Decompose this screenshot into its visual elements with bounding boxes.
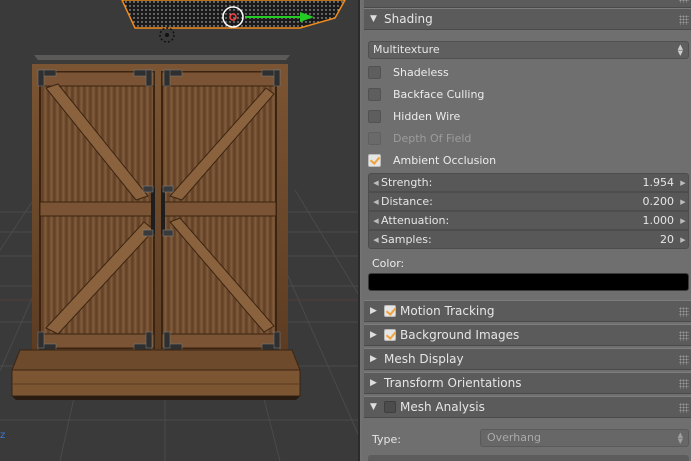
properties-panel[interactable]: ▼ Shading Multitexture ▲ ▼ Shadeless Back… [358,0,691,461]
checkbox-checked[interactable] [368,153,381,167]
cutoff-field[interactable] [368,455,689,461]
transform-orientations-panel-header[interactable]: ▶ Transform Orientations [364,372,691,394]
grip-icon[interactable] [679,403,689,413]
option-label: Hidden Wire [393,109,461,123]
panel-label: Transform Orientations [384,376,522,390]
option-backface-culling[interactable]: Backface Culling [368,84,484,104]
ao-color-swatch[interactable] [368,273,689,291]
grip-icon[interactable] [679,0,689,3]
collapsed-triangle-icon: ▶ [370,330,377,340]
analysis-type-value: Overhang [487,431,541,444]
ao-attenuation-field[interactable]: ◀ Attenuation: 1.000 ▶ [368,211,689,230]
checkbox[interactable] [368,87,381,101]
checkbox[interactable] [368,109,381,123]
checkbox-checked[interactable] [384,329,396,341]
panel-label: Background Images [400,328,520,342]
shading-panel-header[interactable]: ▼ Shading [364,8,691,30]
field-value: 1.954 [642,176,675,189]
display-panel-header[interactable] [364,0,691,8]
increment-arrow-icon[interactable]: ▶ [678,217,688,225]
ao-samples-field[interactable]: ◀ Samples: 20 ▶ [368,230,689,249]
panel-label: Mesh Display [384,352,464,366]
shading-mode-dropdown[interactable]: Multitexture ▲ ▼ [368,41,689,59]
collapsed-triangle-icon: ▶ [370,354,377,364]
decrement-arrow-icon[interactable]: ◀ [371,217,381,225]
field-label: Samples: [381,233,432,246]
field-value: 0.200 [642,195,675,208]
option-ambient-occlusion[interactable]: Ambient Occlusion [368,150,496,170]
increment-arrow-icon[interactable]: ▶ [678,236,688,244]
option-label: Shadeless [393,65,449,79]
option-shadeless[interactable]: Shadeless [368,62,449,82]
checkbox [368,131,381,145]
increment-arrow-icon[interactable]: ▶ [678,198,688,206]
expanded-triangle-icon: ▼ [370,14,377,24]
checkbox[interactable] [368,65,381,79]
option-label: Ambient Occlusion [393,153,497,167]
grip-icon[interactable] [679,355,689,365]
motion-tracking-panel-header[interactable]: ▶ Motion Tracking [364,300,691,322]
viewport-scene [0,0,358,461]
field-label: Distance: [381,195,433,208]
cabinet-model [11,55,301,400]
shading-mode-value: Multitexture [373,43,440,56]
panel-label: Motion Tracking [400,304,495,318]
decrement-arrow-icon[interactable]: ◀ [371,236,381,244]
field-value: 1.000 [642,214,675,227]
field-label: Attenuation: [381,214,450,227]
field-value: 20 [660,233,674,246]
analysis-type-dropdown[interactable]: Overhang ▲ ▼ [480,429,689,447]
axis-label: z [0,430,6,441]
option-hidden-wire[interactable]: Hidden Wire [368,106,460,126]
ao-color-label: Color: [372,257,405,270]
expanded-triangle-icon: ▼ [370,402,377,412]
checkbox[interactable] [384,401,396,413]
ao-distance-field[interactable]: ◀ Distance: 0.200 ▶ [368,192,689,211]
grip-icon[interactable] [679,307,689,317]
collapsed-triangle-icon: ▶ [370,378,377,388]
decrement-arrow-icon[interactable]: ◀ [371,198,381,206]
option-depth-of-field: Depth Of Field [368,128,471,148]
mesh-display-panel-header[interactable]: ▶ Mesh Display [364,348,691,370]
ao-strength-field[interactable]: ◀ Strength: 1.954 ▶ [368,173,689,192]
shading-title: Shading [384,12,433,26]
option-label: Depth Of Field [393,131,472,145]
collapsed-triangle-icon: ▶ [370,306,377,316]
background-images-panel-header[interactable]: ▶ Background Images [364,324,691,346]
option-label: Backface Culling [393,87,485,101]
field-label: Strength: [381,176,433,189]
checkbox-checked[interactable] [384,305,396,317]
3d-viewport[interactable]: z [0,0,358,461]
updown-arrows-icon: ▲ ▼ [677,431,683,445]
panel-label: Mesh Analysis [400,400,485,414]
analysis-type-label: Type: [372,433,401,446]
grip-icon[interactable] [679,15,689,25]
mesh-analysis-panel-header[interactable]: ▼ Mesh Analysis [364,396,691,418]
increment-arrow-icon[interactable]: ▶ [678,179,688,187]
decrement-arrow-icon[interactable]: ◀ [371,179,381,187]
updown-arrows-icon: ▲ ▼ [677,43,683,57]
grip-icon[interactable] [679,379,689,389]
grip-icon[interactable] [679,331,689,341]
